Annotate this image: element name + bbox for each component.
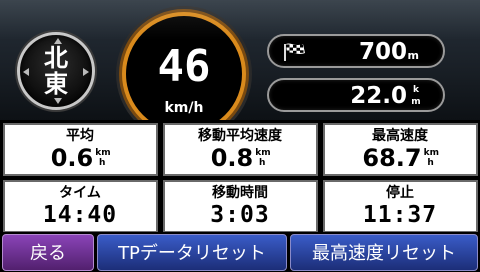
gauge-panel: 北 東 46 km/h 700 m 22.0 k m [0,0,480,136]
distance-value: 700 [358,39,407,65]
odometer-value: 22.0 [350,83,407,109]
stat-value: 11:37 [362,202,438,228]
speedometer: 46 km/h [122,12,246,136]
stat-moving-average-speed: 移動平均速度 0.8 km h [162,123,318,176]
max-speed-reset-button[interactable]: 最高速度リセット [290,234,478,271]
stat-value: 0.6 [50,144,94,172]
speed-unit-fraction: km h [255,148,271,168]
stat-average-speed: 平均 0.6 km h [2,123,158,176]
distance-unit: m [407,49,419,62]
stat-value: 3:03 [210,202,270,228]
stat-time: タイム 14:40 [2,180,158,233]
stat-moving-time: 移動時間 3:03 [162,180,318,233]
stat-value: 14:40 [42,202,118,228]
compass-heading-secondary: 東 [44,70,68,98]
bottom-button-bar: 戻る TPデータリセット 最高速度リセット [0,232,480,272]
speed-unit-fraction: km h [95,148,111,168]
stat-stopped-time: 停止 11:37 [322,180,478,233]
trip-stats-grid: 平均 0.6 km h 移動平均速度 0.8 km h 最高速度 68.7 km h タイム… [0,120,480,233]
compass[interactable]: 北 東 [17,32,95,110]
arrow-down-icon [54,98,62,104]
odometer: 22.0 k m [267,78,445,112]
checkered-flag-icon [284,43,305,61]
back-button[interactable]: 戻る [2,234,94,271]
stat-value: 0.8 [210,144,254,172]
distance-to-goal: 700 m [267,34,445,68]
speed-unit: km/h [164,100,204,116]
compass-heading-primary: 北 [44,44,68,72]
speed-unit-fraction: km h [423,148,439,168]
odometer-unit: k m [411,85,421,107]
tp-data-reset-button[interactable]: TPデータリセット [97,234,287,271]
current-speed: 46 [157,41,211,92]
stat-max-speed: 最高速度 68.7 km h [322,123,478,176]
stat-value: 68.7 [362,144,422,172]
